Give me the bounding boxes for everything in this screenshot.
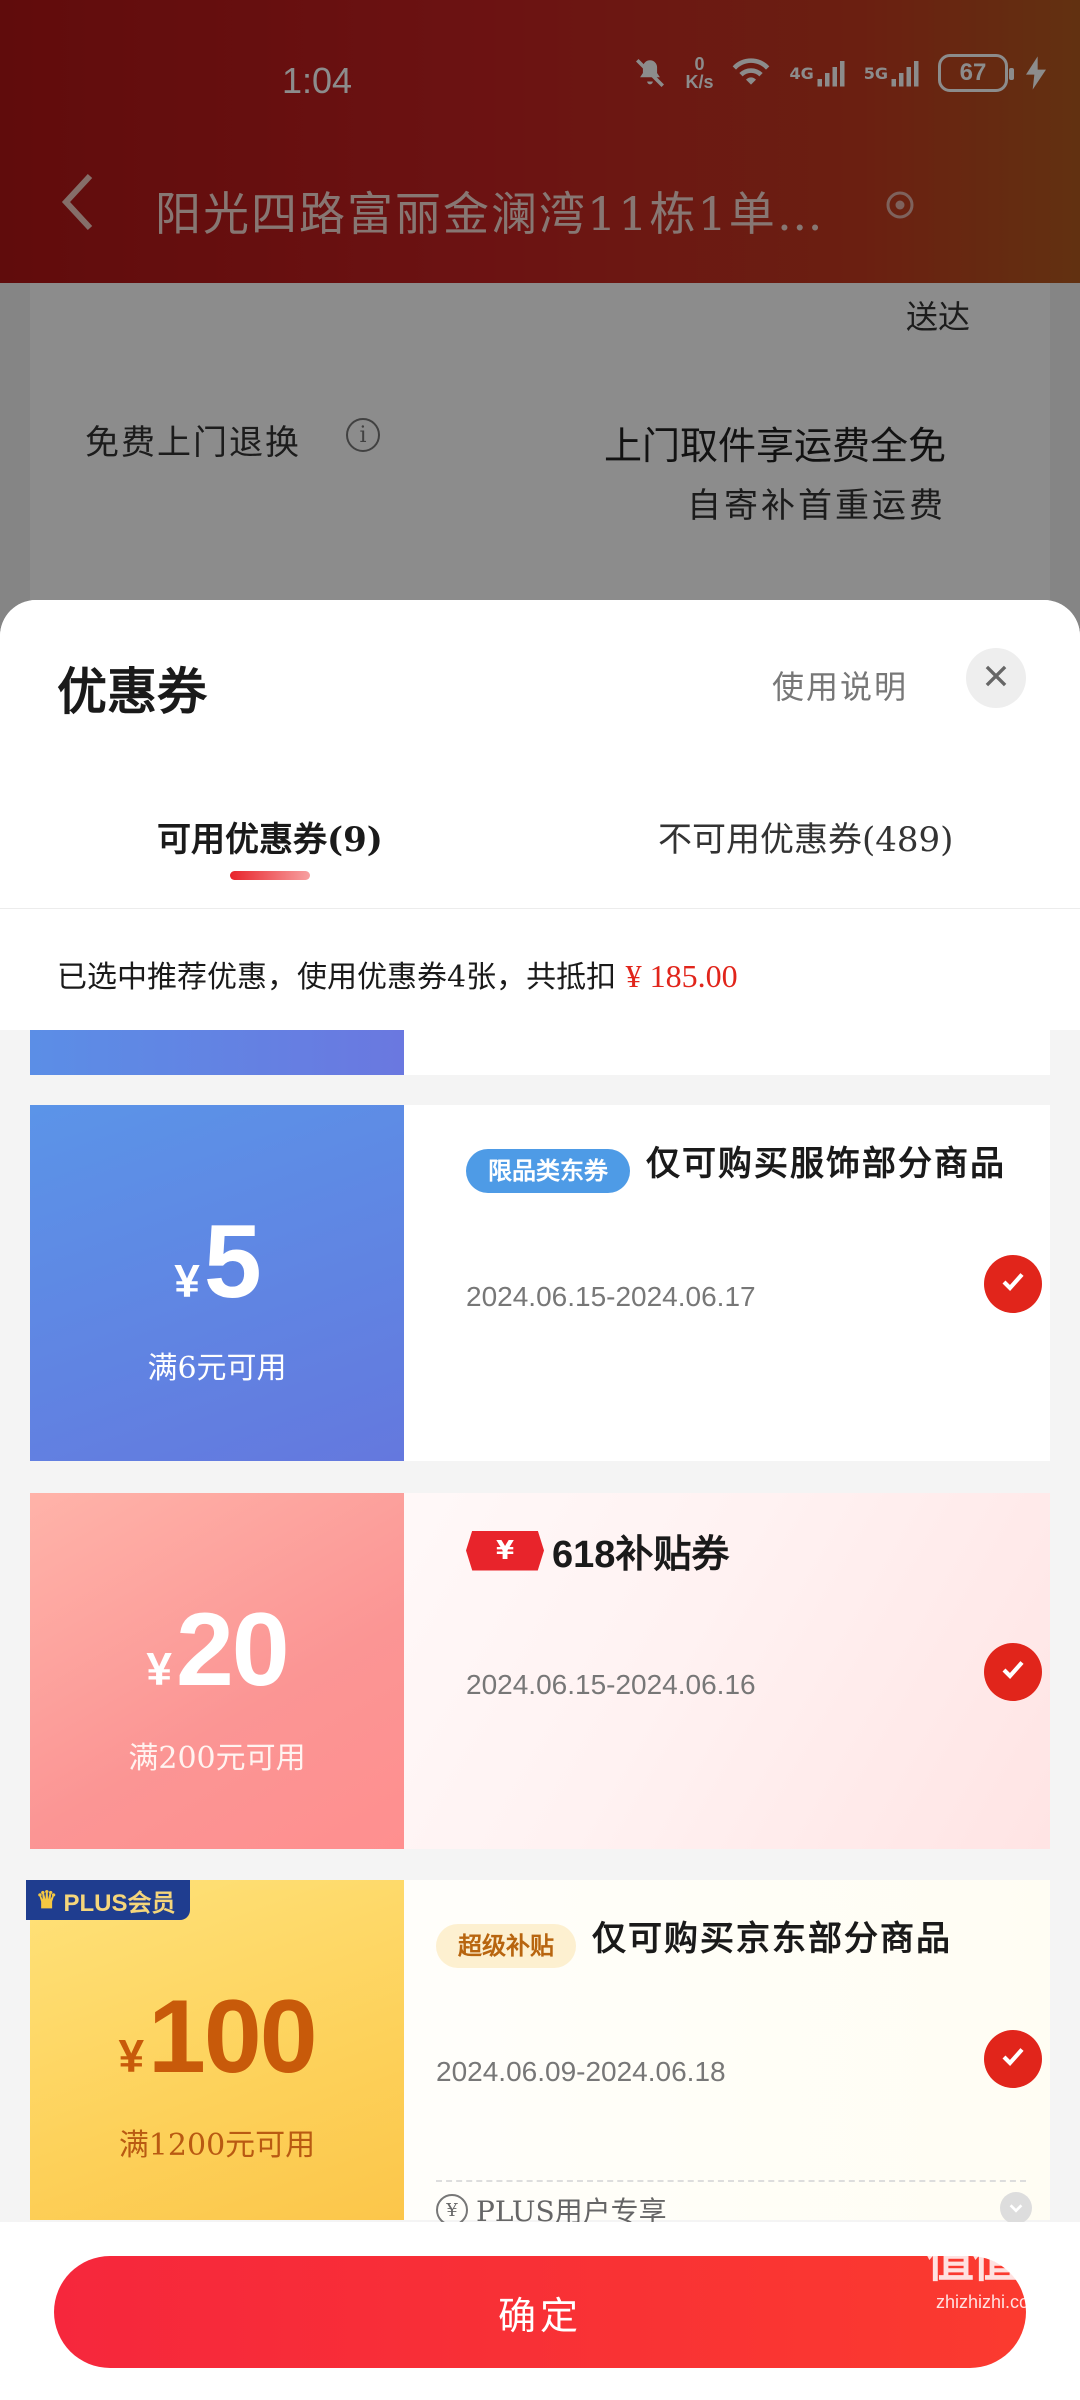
tab-available-coupons[interactable]: 可用优惠券(9) — [157, 812, 383, 861]
checkmark-icon — [998, 2042, 1028, 2076]
currency-symbol: ¥ — [146, 1643, 172, 1695]
confirm-button[interactable]: 确定 — [54, 2256, 1026, 2368]
subsidy-618-badge: ¥ 618补贴券 — [466, 1523, 729, 1578]
currency-symbol: ¥ — [118, 2030, 145, 2082]
watermark-url: zhizhizhi.com — [936, 2292, 1045, 2312]
coupon-validity: 2024.06.09-2024.06.18 — [436, 2056, 726, 2087]
sheet-title: 优惠券 — [57, 662, 207, 721]
watermark-logo: 值值值 — [926, 2232, 1066, 2288]
coupon-stub: ¥5 满6元可用 — [30, 1105, 404, 1461]
yen-ticket-icon: ¥ — [466, 1530, 544, 1571]
coupon-sheet: 优惠券 使用说明 可用优惠券(9) 不可用优惠券(489) 已选中推荐优惠，使用… — [0, 600, 1080, 2400]
crown-icon: ♛ — [36, 1886, 58, 1914]
coupon-checkbox[interactable] — [984, 1255, 1042, 1313]
coupon-checkbox[interactable] — [984, 1643, 1042, 1701]
coupon-description-block: 限品类东券 仅可购买服饰部分商品 — [466, 1135, 1026, 1193]
coupon-body: 限品类东券 仅可购买服饰部分商品 2024.06.15-2024.06.17 — [404, 1105, 1050, 1461]
checkmark-icon — [998, 1655, 1028, 1689]
coupon-card[interactable]: ♛ PLUS会员 ¥100 满1200元可用 超级补贴 仅可购买京东部分商品 20… — [26, 1880, 1050, 2228]
coupon-amount: ¥5 — [30, 1203, 404, 1322]
coupon-description-block: 超级补贴 仅可购买京东部分商品 — [436, 1910, 1036, 1968]
coupon-amount: ¥20 — [30, 1591, 404, 1710]
coupon-card-partial[interactable] — [30, 1030, 1050, 1075]
plus-member-badge: ♛ PLUS会员 — [26, 1880, 190, 1920]
coupon-body: ¥ 618补贴券 2024.06.15-2024.06.16 — [404, 1493, 1050, 1849]
coupon-description: 仅可购买京东部分商品 — [592, 1919, 952, 1959]
amount-value: 20 — [175, 1592, 290, 1708]
coupon-stub: ¥100 满1200元可用 — [30, 1880, 404, 2220]
coupon-stub: ¥20 满200元可用 — [30, 1493, 404, 1849]
coupon-card[interactable]: ¥5 满6元可用 限品类东券 仅可购买服饰部分商品 2024.06.15-2024… — [30, 1105, 1050, 1461]
discount-summary: 已选中推荐优惠，使用优惠券4张，共抵扣 ¥ 185.00 — [57, 952, 738, 996]
usage-instructions-link[interactable]: 使用说明 — [772, 662, 908, 708]
summary-text: 已选中推荐优惠，使用优惠券4张，共抵扣 — [57, 960, 617, 995]
coupon-validity: 2024.06.15-2024.06.17 — [466, 1281, 756, 1312]
close-icon — [983, 663, 1009, 693]
coupon-description: 仅可购买服饰部分商品 — [646, 1144, 1006, 1184]
currency-symbol: ¥ — [174, 1255, 200, 1307]
checkmark-icon — [998, 1267, 1028, 1301]
coupon-card[interactable]: ¥20 满200元可用 ¥ 618补贴券 2024.06.15-2024.06.… — [30, 1493, 1050, 1849]
amount-value: 100 — [148, 1979, 318, 2095]
coupon-tag: 超级补贴 — [436, 1923, 576, 1968]
tab-unavailable-coupons[interactable]: 不可用优惠券(489) — [658, 812, 953, 861]
close-button[interactable] — [966, 648, 1026, 708]
coupon-body: 超级补贴 仅可购买京东部分商品 2024.06.09-2024.06.18 ¥ P… — [404, 1880, 1050, 2236]
active-tab-indicator — [230, 871, 310, 880]
coupon-tag: 限品类东券 — [466, 1148, 630, 1193]
coupon-amount: ¥100 — [30, 1978, 404, 2097]
summary-amount: ¥ 185.00 — [625, 958, 738, 994]
subsidy-618-title: 618补贴券 — [552, 1534, 730, 1576]
sheet-footer: 确定 — [0, 2222, 1080, 2400]
dashed-divider — [436, 2180, 1026, 2182]
tab-divider — [0, 908, 1080, 909]
coupon-condition: 满1200元可用 — [118, 2128, 316, 2163]
coupon-stub — [30, 1030, 404, 1075]
amount-value: 5 — [203, 1204, 262, 1320]
coupon-condition: 满6元可用 — [147, 1351, 287, 1386]
coupon-checkbox[interactable] — [984, 2030, 1042, 2088]
coupon-condition: 满200元可用 — [128, 1741, 306, 1776]
plus-member-label: PLUS会员 — [63, 1889, 176, 1917]
coupon-validity: 2024.06.15-2024.06.16 — [466, 1669, 756, 1700]
